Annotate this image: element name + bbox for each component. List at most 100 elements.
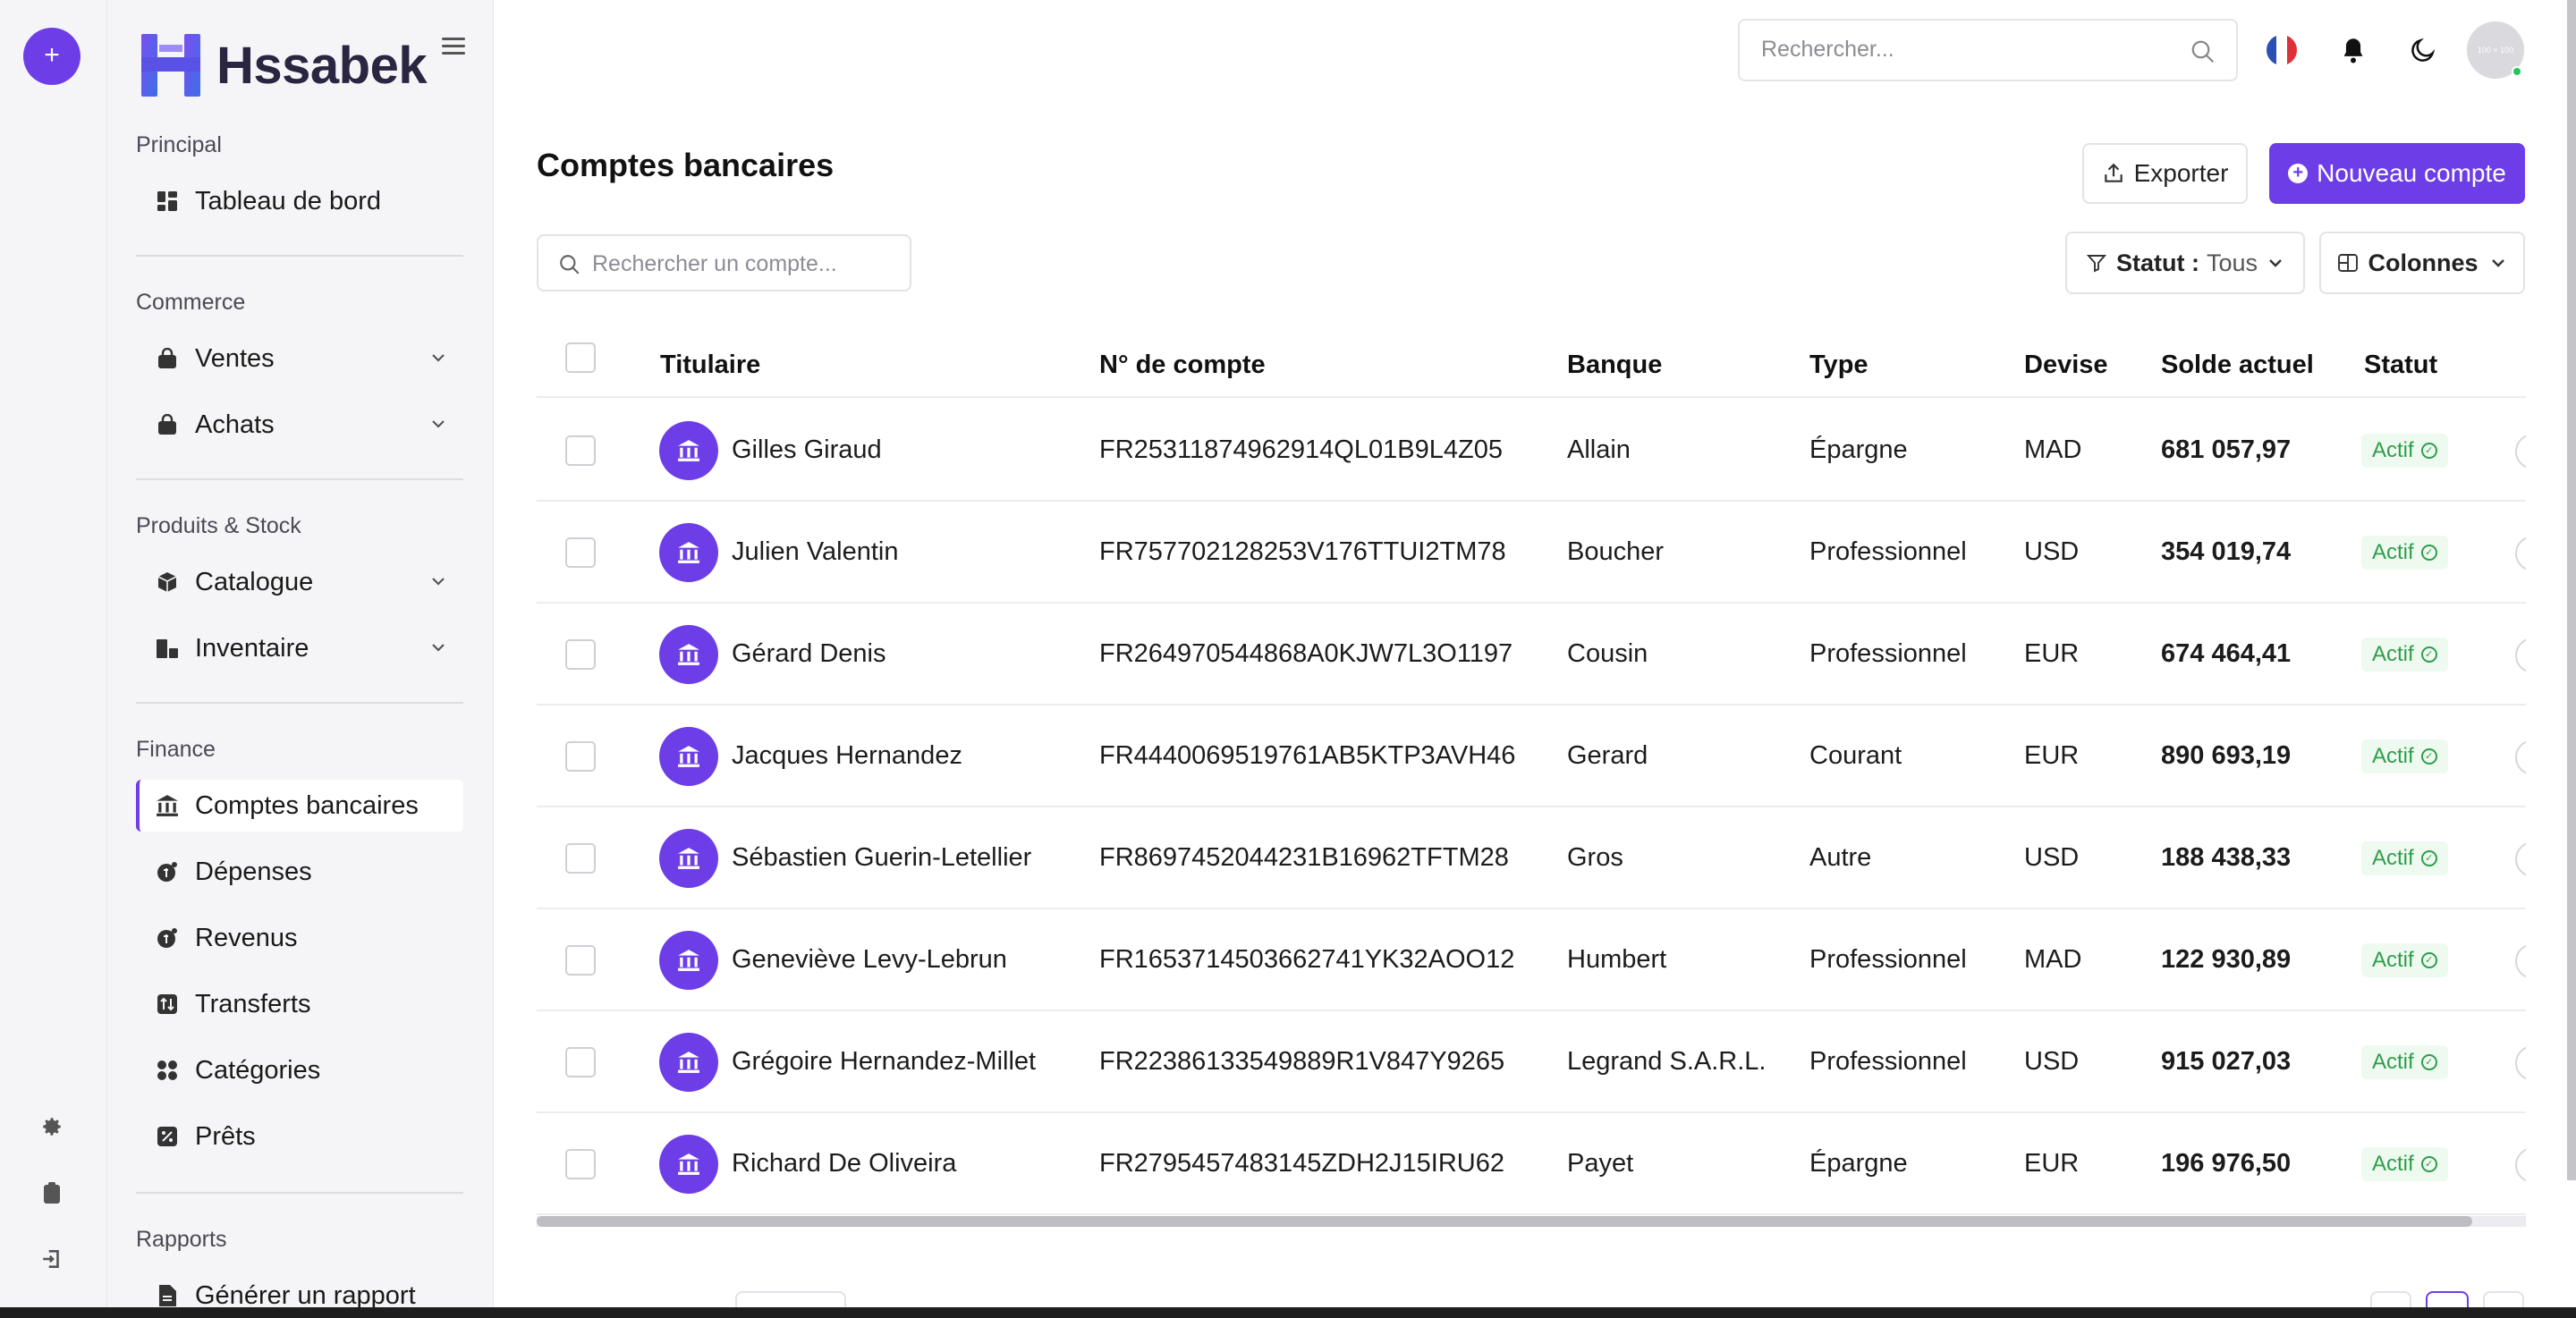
coin-icon bbox=[156, 860, 179, 883]
table-row[interactable]: Geneviève Levy-Lebrun FR1653714503662741Y… bbox=[537, 909, 2526, 1011]
bank-avatar-icon bbox=[659, 829, 718, 888]
cell-currency: EUR bbox=[2024, 639, 2080, 668]
chevron-down-icon bbox=[432, 644, 445, 652]
online-status-dot bbox=[2512, 66, 2522, 77]
sidebar-item-dashboard[interactable]: Tableau de bord bbox=[136, 175, 463, 227]
horizontal-scrollbar[interactable] bbox=[537, 1216, 2472, 1227]
menu-toggle-icon[interactable] bbox=[442, 38, 465, 57]
row-checkbox[interactable] bbox=[565, 1047, 596, 1077]
status-badge: Actif ✓ bbox=[2361, 1147, 2448, 1181]
section-title-produits: Produits & Stock bbox=[136, 513, 301, 538]
sidebar-item-achats[interactable]: Achats bbox=[136, 399, 463, 451]
row-actions-button[interactable] bbox=[2515, 638, 2526, 673]
column-header-numero[interactable]: N° de compte bbox=[1099, 351, 1266, 380]
column-header-statut[interactable]: Statut bbox=[2364, 351, 2437, 380]
bell-icon[interactable] bbox=[2335, 32, 2371, 68]
cell-bank: Gros bbox=[1567, 843, 1623, 872]
avatar[interactable]: 100 × 100 bbox=[2467, 21, 2524, 79]
column-header-type[interactable]: Type bbox=[1809, 351, 1868, 380]
cell-bank: Gerard bbox=[1567, 741, 1648, 770]
columns-button[interactable]: Colonnes bbox=[2319, 232, 2525, 294]
status-label: Actif bbox=[2372, 540, 2414, 564]
bank-avatar-icon bbox=[659, 727, 718, 786]
column-header-titulaire[interactable]: Titulaire bbox=[660, 351, 760, 380]
table-row[interactable]: Gérard Denis FR264970544868A0KJW7L3O1197 C… bbox=[537, 604, 2526, 705]
column-header-solde[interactable]: Solde actuel bbox=[2161, 351, 2314, 380]
sidebar-item-ventes[interactable]: Ventes bbox=[136, 333, 463, 384]
table-row[interactable]: Julien Valentin FR757702128253V176TTUI2TM… bbox=[537, 502, 2526, 604]
sidebar: Hssabek Principal Tableau de bord Commer… bbox=[107, 0, 494, 1318]
filter-icon bbox=[2086, 255, 2107, 273]
row-actions-button[interactable] bbox=[2515, 536, 2526, 571]
language-flag-icon[interactable] bbox=[2267, 35, 2297, 65]
export-button[interactable]: Exporter bbox=[2082, 143, 2248, 204]
sidebar-item-revenus[interactable]: Revenus bbox=[136, 912, 463, 964]
row-actions-button[interactable] bbox=[2515, 943, 2526, 979]
table-row[interactable]: Richard De Oliveira FR2795457483145ZDH2J1… bbox=[537, 1113, 2526, 1215]
gear-icon[interactable] bbox=[38, 1112, 66, 1141]
bank-avatar-icon bbox=[659, 931, 718, 990]
row-checkbox[interactable] bbox=[565, 843, 596, 874]
global-search[interactable] bbox=[1738, 19, 2238, 81]
cell-type: Courant bbox=[1809, 741, 1902, 770]
status-label: Actif bbox=[2372, 948, 2414, 972]
column-header-devise[interactable]: Devise bbox=[2024, 351, 2108, 380]
bank-avatar-icon bbox=[659, 1135, 718, 1194]
bank-avatar-icon bbox=[659, 1033, 718, 1092]
table-row[interactable]: Jacques Hernandez FR4440069519761AB5KTP3A… bbox=[537, 705, 2526, 807]
sidebar-item-categories[interactable]: Catégories bbox=[136, 1044, 463, 1096]
row-checkbox[interactable] bbox=[565, 1149, 596, 1179]
sidebar-item-label: Générer un rapport bbox=[195, 1280, 416, 1310]
sidebar-item-comptes-bancaires[interactable]: Comptes bancaires bbox=[136, 780, 463, 832]
account-search-input[interactable] bbox=[592, 251, 896, 277]
sidebar-item-depenses[interactable]: Dépenses bbox=[136, 846, 463, 898]
select-all-checkbox[interactable] bbox=[565, 342, 596, 373]
table-row[interactable]: Sébastien Guerin-Letellier FR869745204423… bbox=[537, 807, 2526, 909]
row-checkbox[interactable] bbox=[565, 639, 596, 670]
row-actions-button[interactable] bbox=[2515, 434, 2526, 469]
cell-currency: MAD bbox=[2024, 945, 2082, 974]
row-checkbox[interactable] bbox=[565, 741, 596, 772]
row-checkbox[interactable] bbox=[565, 435, 596, 466]
logout-icon[interactable] bbox=[38, 1245, 66, 1273]
dark-mode-moon-icon[interactable] bbox=[2405, 32, 2441, 68]
cell-balance: 674 464,41 bbox=[2161, 639, 2292, 668]
section-title-rapports: Rapports bbox=[136, 1227, 227, 1252]
accounts-table: Titulaire N° de compte Banque Type Devis… bbox=[537, 331, 2526, 1225]
status-label: Actif bbox=[2372, 1050, 2414, 1074]
account-search[interactable] bbox=[537, 234, 911, 291]
global-search-input[interactable] bbox=[1761, 37, 2173, 63]
vertical-scrollbar[interactable] bbox=[2567, 0, 2576, 1180]
status-badge: Actif ✓ bbox=[2361, 638, 2448, 672]
export-label: Exporter bbox=[2133, 159, 2229, 187]
cell-balance: 915 027,03 bbox=[2161, 1047, 2292, 1076]
row-actions-button[interactable] bbox=[2515, 1147, 2526, 1183]
cell-balance: 196 976,50 bbox=[2161, 1149, 2292, 1178]
sidebar-item-transferts[interactable]: Transferts bbox=[136, 978, 463, 1030]
cell-balance: 890 693,19 bbox=[2161, 741, 2292, 770]
row-actions-button[interactable] bbox=[2515, 739, 2526, 775]
clipboard-icon[interactable] bbox=[38, 1179, 66, 1207]
table-row[interactable]: Gilles Giraud FR25311874962914QL01B9L4Z05… bbox=[537, 400, 2526, 502]
taskbar bbox=[0, 1307, 2576, 1318]
sidebar-item-prets[interactable]: Prêts bbox=[136, 1111, 463, 1162]
new-account-button[interactable]: + Nouveau compte bbox=[2269, 143, 2525, 204]
add-button[interactable]: + bbox=[23, 28, 80, 85]
sidebar-item-catalogue[interactable]: Catalogue bbox=[136, 556, 463, 608]
column-header-banque[interactable]: Banque bbox=[1567, 351, 1662, 380]
cell-holder: Jacques Hernandez bbox=[732, 741, 962, 770]
row-checkbox[interactable] bbox=[565, 537, 596, 568]
chevron-down-icon bbox=[2491, 259, 2504, 267]
row-actions-button[interactable] bbox=[2515, 841, 2526, 877]
brand-logo[interactable]: Hssabek bbox=[138, 32, 428, 98]
sidebar-item-inventaire[interactable]: Inventaire bbox=[136, 622, 463, 674]
status-filter-button[interactable]: Statut : Tous bbox=[2065, 232, 2305, 294]
sidebar-item-label: Catalogue bbox=[195, 567, 314, 596]
cell-bank: Boucher bbox=[1567, 537, 1665, 566]
row-checkbox[interactable] bbox=[565, 945, 596, 976]
row-actions-button[interactable] bbox=[2515, 1045, 2526, 1081]
sidebar-item-label: Inventaire bbox=[195, 633, 309, 663]
cell-holder: Grégoire Hernandez-Millet bbox=[732, 1047, 1037, 1076]
transfer-icon bbox=[156, 993, 179, 1016]
table-row[interactable]: Grégoire Hernandez-Millet FR2238613354988… bbox=[537, 1011, 2526, 1113]
